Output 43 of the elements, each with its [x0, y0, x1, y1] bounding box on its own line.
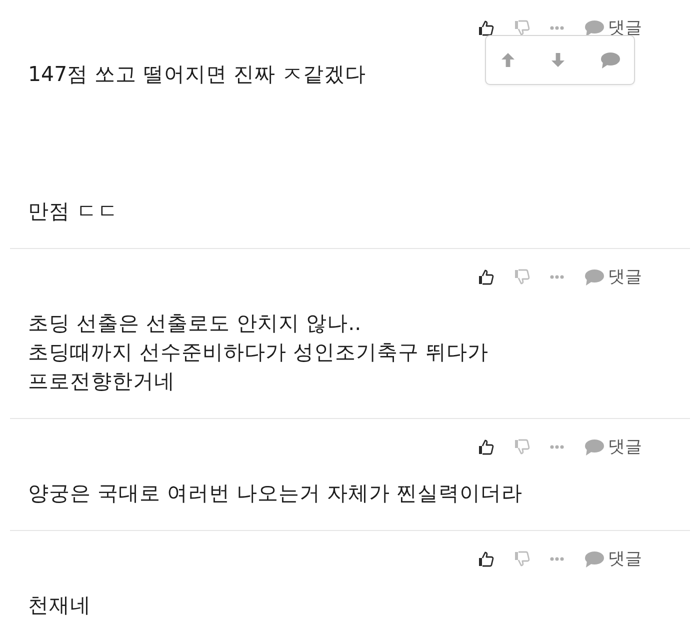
dislike-button[interactable] — [514, 269, 530, 285]
thumbs-down-icon — [514, 269, 530, 285]
comment-text: 147점 쏘고 떨어지면 진짜 ㅈ같겠다 — [28, 61, 366, 88]
comment-text: 양궁은 국대로 여러번 나오는거 자체가 찐실력이더라 — [28, 480, 523, 507]
thumbs-down-icon — [514, 20, 530, 36]
thumbs-up-icon — [478, 439, 494, 455]
comment-text: 만점 ㄷㄷ — [28, 198, 119, 225]
speech-bubble-icon — [584, 550, 604, 568]
upvote-button[interactable] — [500, 52, 516, 68]
thumbs-down-icon — [514, 439, 530, 455]
like-button[interactable] — [478, 551, 494, 567]
comment-button[interactable] — [600, 52, 620, 68]
arrow-down-icon — [550, 52, 566, 68]
dots-icon — [550, 557, 564, 561]
dots-icon — [550, 445, 564, 449]
more-button[interactable] — [550, 445, 564, 449]
dots-icon — [550, 26, 564, 30]
dots-icon — [550, 275, 564, 279]
more-button[interactable] — [550, 275, 564, 279]
speech-bubble-icon — [600, 52, 620, 68]
speech-bubble-icon — [584, 438, 604, 456]
like-button[interactable] — [478, 20, 494, 36]
thumbs-up-icon — [478, 20, 494, 36]
reply-button[interactable]: 댓글 — [584, 265, 642, 289]
dislike-button[interactable] — [514, 439, 530, 455]
reply-button[interactable]: 댓글 — [584, 547, 642, 571]
thumbs-up-icon — [478, 551, 494, 567]
arrow-up-icon — [500, 52, 516, 68]
speech-bubble-icon — [584, 20, 604, 36]
comment-text: 천재네 — [28, 592, 91, 619]
thumbs-up-icon — [478, 269, 494, 285]
speech-bubble-icon — [584, 268, 604, 286]
downvote-button[interactable] — [550, 52, 566, 68]
reply-button[interactable]: 댓글 — [584, 435, 642, 459]
more-button[interactable] — [550, 557, 564, 561]
more-button[interactable] — [550, 26, 564, 30]
comment-text: 초딩 선출은 선출로도 안치지 않나.. 초딩때까지 선수준비하다가 성인조기축구 뛰다가 프로전향한거네 — [28, 310, 489, 395]
like-button[interactable] — [478, 439, 494, 455]
dislike-button[interactable] — [514, 551, 530, 567]
dislike-button[interactable] — [514, 20, 530, 36]
reply-button[interactable]: 댓글 — [584, 16, 642, 40]
thumbs-down-icon — [514, 551, 530, 567]
like-button[interactable] — [478, 269, 494, 285]
